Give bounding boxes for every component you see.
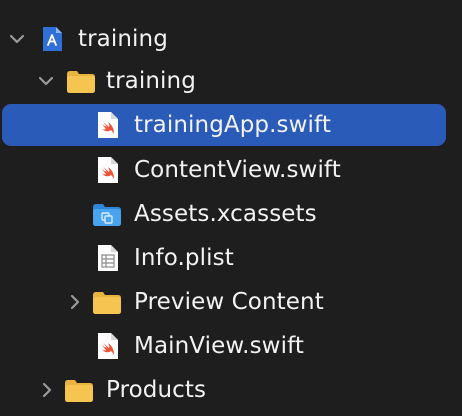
plist-file-icon [94, 244, 122, 272]
file-label: Preview Content [134, 289, 324, 315]
swift-file-icon [94, 332, 122, 360]
folder-icon [92, 288, 121, 316]
file-row-contentview[interactable]: ContentView.swift [0, 149, 462, 191]
folder-icon [64, 376, 93, 404]
project-row[interactable]: training [0, 18, 462, 60]
products-label: Products [106, 377, 207, 403]
group-row[interactable]: training [0, 60, 462, 102]
chevron-down-icon[interactable] [37, 72, 55, 90]
file-label: Info.plist [134, 245, 234, 271]
swift-file-icon [94, 156, 122, 184]
folder-icon [66, 67, 95, 95]
file-row-assets[interactable]: Assets.xcassets [0, 193, 462, 235]
chevron-down-icon[interactable] [8, 30, 26, 48]
file-label: ContentView.swift [134, 157, 341, 183]
file-row-trainingapp[interactable]: trainingApp.swift [0, 104, 462, 146]
chevron-right-icon[interactable] [66, 293, 84, 311]
file-label: MainView.swift [134, 333, 304, 359]
project-label: training [78, 26, 168, 52]
chevron-right-icon[interactable] [38, 381, 56, 399]
file-row-infoplist[interactable]: Info.plist [0, 237, 462, 279]
group-row-products[interactable]: Products [0, 369, 462, 411]
asset-catalog-icon [92, 200, 121, 228]
swift-file-icon [94, 111, 122, 139]
group-row-preview-content[interactable]: Preview Content [0, 281, 462, 323]
xcode-project-icon [38, 25, 66, 53]
file-row-mainview[interactable]: MainView.swift [0, 325, 462, 367]
file-label: Assets.xcassets [134, 201, 317, 227]
group-label: training [106, 68, 196, 94]
file-label: trainingApp.swift [134, 112, 331, 138]
